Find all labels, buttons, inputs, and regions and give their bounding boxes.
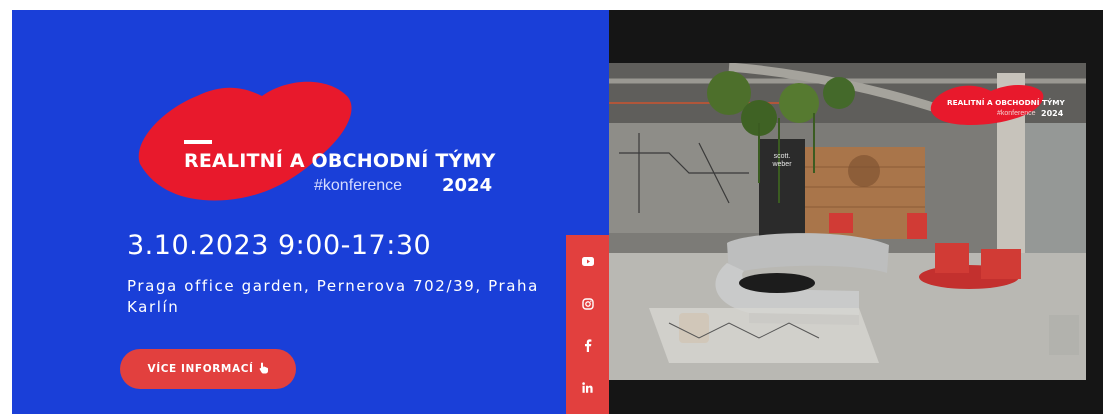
youtube-icon	[581, 257, 594, 267]
photo-conference-badge: REALITNÍ A OBCHODNÍ TÝMY #konference 202…	[925, 83, 1075, 127]
linkedin-icon	[582, 381, 593, 393]
facebook-icon	[584, 339, 591, 352]
youtube-link[interactable]	[573, 247, 603, 277]
wall-brand-logo: scott. weber	[772, 153, 792, 168]
facebook-link[interactable]	[573, 330, 603, 360]
logo-accent-bar	[184, 140, 212, 144]
event-date-time: 3.10.2023 9:00-17:30	[127, 230, 432, 261]
more-info-button[interactable]: VÍCE INFORMACÍ	[120, 349, 296, 389]
logo-year: 2024	[442, 175, 493, 196]
venue-photo: scott. weber REALITNÍ A OBCHODNÍ TÝMY #k…	[609, 63, 1086, 380]
conference-hero: REALITNÍ A OBCHODNÍ TÝMY #konference 202…	[12, 10, 1103, 414]
logo-hashtag: #konference	[314, 177, 403, 194]
photo-badge-hashtag: #konference	[997, 110, 1036, 117]
hand-pointer-icon	[259, 362, 269, 376]
social-links-bar	[566, 235, 609, 414]
logo-title: REALITNÍ A OBCHODNÍ TÝMY	[184, 150, 496, 172]
conference-logo: REALITNÍ A OBCHODNÍ TÝMY #konference 202…	[122, 72, 502, 212]
photo-badge-title: REALITNÍ A OBCHODNÍ TÝMY	[947, 98, 1065, 107]
event-info-panel: REALITNÍ A OBCHODNÍ TÝMY #konference 202…	[12, 10, 609, 414]
venue-photo-panel: scott. weber REALITNÍ A OBCHODNÍ TÝMY #k…	[609, 10, 1103, 414]
instagram-icon	[581, 297, 594, 310]
instagram-link[interactable]	[573, 289, 603, 319]
more-info-label: VÍCE INFORMACÍ	[147, 363, 254, 375]
event-venue: Praga office garden, Pernerova 702/39, P…	[127, 277, 539, 316]
photo-badge-year: 2024	[1041, 109, 1064, 118]
linkedin-link[interactable]	[573, 372, 603, 402]
